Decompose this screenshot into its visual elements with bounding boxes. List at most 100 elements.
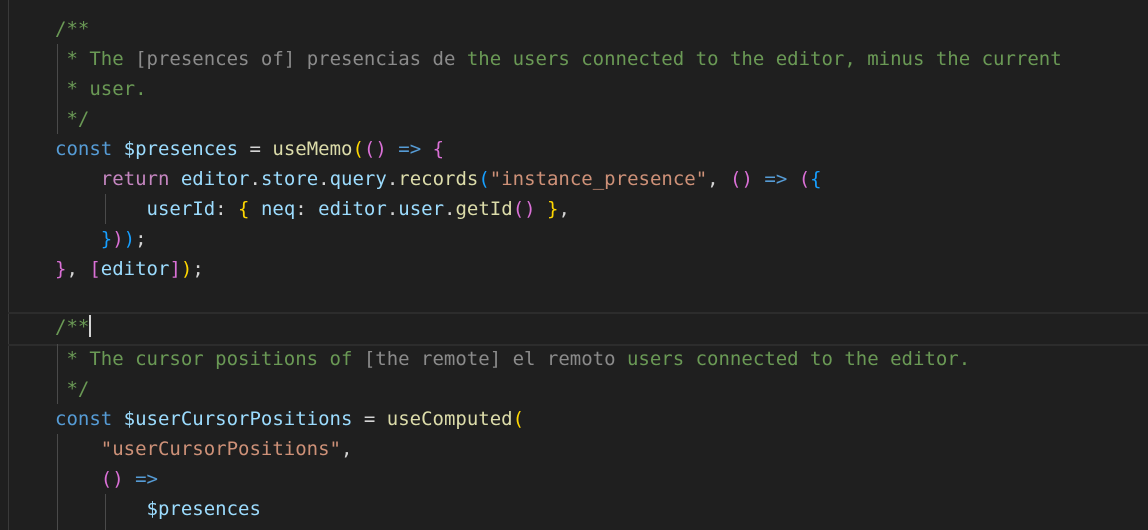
code-token: (	[478, 168, 490, 190]
code-line-content: */	[55, 374, 89, 404]
code-token: }	[547, 198, 559, 220]
code-token: editor	[318, 198, 387, 220]
code-token: .	[318, 168, 330, 190]
indent-guide	[105, 494, 106, 530]
code-editor[interactable]: /** * The [presences of] presencias de t…	[0, 0, 1148, 530]
indent-guide	[57, 434, 58, 530]
code-token: * The	[55, 48, 136, 70]
code-token: (	[512, 408, 525, 430]
code-token: =	[238, 138, 273, 160]
code-token: )	[112, 228, 124, 250]
code-token: ()	[363, 138, 387, 160]
code-line-content: const $userCursorPositions = useComputed…	[55, 404, 524, 434]
code-token: /**	[55, 18, 90, 40]
code-token: =>	[764, 168, 788, 190]
code-line-content: */	[55, 104, 89, 134]
code-token: )	[123, 228, 136, 250]
code-token: const	[55, 408, 113, 430]
code-line-content: }, [editor]);	[55, 254, 204, 284]
code-token: .	[386, 168, 399, 190]
code-token: {	[810, 168, 822, 190]
code-token: $presences	[123, 138, 239, 160]
code-token: records	[398, 168, 479, 190]
code-line-content: "userCursorPositions",	[55, 434, 353, 464]
code-token: const	[55, 138, 113, 160]
indent-guide	[105, 194, 106, 224]
code-token: ()	[512, 198, 536, 220]
code-token: =	[352, 408, 387, 430]
code-token: [presences of]	[135, 48, 296, 70]
code-token: (	[798, 168, 811, 190]
code-line[interactable]: /**	[8, 312, 1148, 346]
code-line-content: userId: { neq: editor.user.getId() },	[55, 194, 570, 224]
code-token: }	[55, 258, 67, 280]
code-token: */	[55, 108, 90, 130]
indent-guide	[57, 44, 58, 134]
code-line-content: /**	[55, 14, 89, 44]
code-token: (	[352, 138, 364, 160]
text-cursor	[89, 315, 92, 337]
code-token: :	[295, 198, 319, 220]
code-line-content: * The [presences of] presencias de the u…	[55, 44, 1062, 74]
code-token: =>	[398, 138, 422, 160]
code-token: * The cursor positions of	[55, 348, 364, 370]
code-line-content: const $presences = useMemo(() => {	[55, 134, 444, 164]
code-token: useMemo	[272, 138, 353, 160]
code-line-content: /**	[55, 312, 92, 342]
code-token: .	[386, 198, 399, 220]
code-token: * user.	[55, 78, 147, 100]
code-line-content: * The cursor positions of [the remote] e…	[55, 344, 970, 374]
code-token: presencias de	[306, 48, 456, 70]
indent-guide	[57, 344, 58, 404]
code-line-content: * user.	[55, 74, 147, 104]
code-line-content: return editor.store.query.records("insta…	[55, 164, 822, 194]
code-token: $userCursorPositions	[123, 408, 353, 430]
code-token: */	[55, 378, 90, 400]
code-token: userId	[146, 198, 216, 220]
code-token: ;	[135, 228, 147, 250]
code-line-content: $presences	[55, 494, 261, 524]
code-token: /**	[55, 316, 90, 338]
code-token: .	[444, 198, 456, 220]
code-token: {	[432, 138, 445, 160]
code-token: ]	[169, 258, 181, 280]
code-token: ,	[66, 258, 90, 280]
code-token: the users connected to the editor, minus…	[455, 48, 1062, 70]
code-token: ()	[100, 468, 124, 490]
code-token: .	[249, 168, 261, 190]
code-token: ,	[340, 438, 353, 460]
code-token: )	[180, 258, 193, 280]
code-token: ,	[707, 168, 731, 190]
code-token: getId	[455, 198, 513, 220]
code-token: [the remote]	[363, 348, 502, 370]
code-token: =>	[135, 468, 158, 490]
code-token: :	[215, 198, 239, 220]
code-token: store	[260, 168, 319, 190]
code-token: editor	[180, 168, 250, 190]
code-token: query	[329, 168, 387, 190]
code-token: neq	[260, 198, 296, 220]
code-token: useComputed	[386, 408, 513, 430]
code-token: users connected to the editor.	[615, 348, 971, 370]
code-token: return	[100, 168, 170, 190]
code-token: "userCursorPositions"	[100, 438, 341, 460]
code-line-content: }));	[55, 224, 147, 254]
code-token: [	[89, 258, 101, 280]
code-token: editor	[100, 258, 170, 280]
